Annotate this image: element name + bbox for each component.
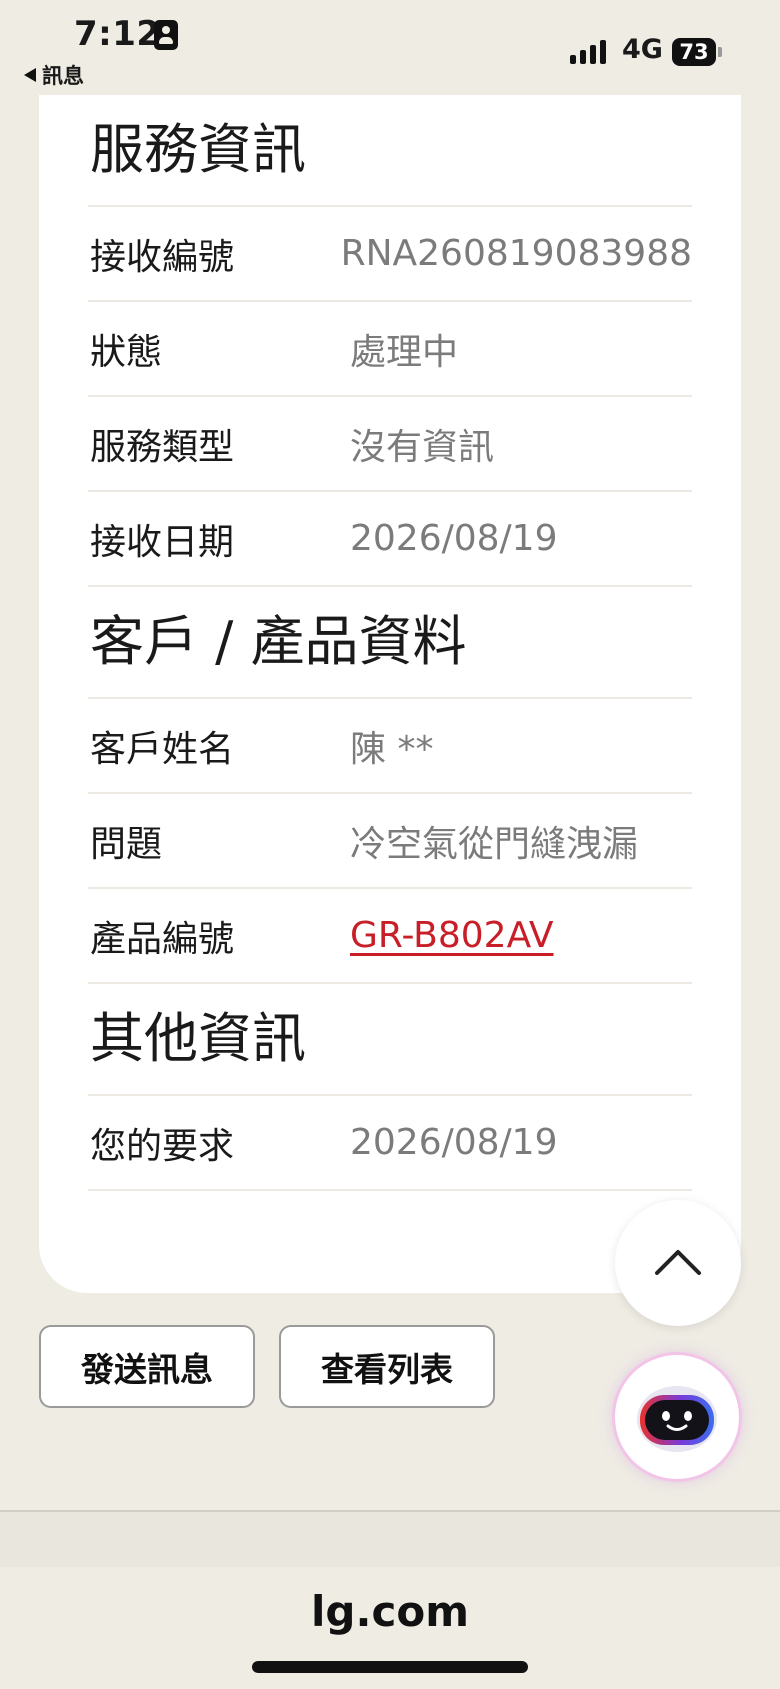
browser-url-bar[interactable]: lg.com bbox=[0, 1567, 780, 1689]
battery-icon: 73 bbox=[672, 38, 722, 66]
cellular-signal-icon bbox=[570, 40, 606, 64]
home-indicator[interactable] bbox=[252, 1661, 528, 1673]
info-row-your-request: 您的要求 2026/08/19 bbox=[88, 1096, 692, 1191]
row-label: 接收日期 bbox=[90, 521, 235, 563]
row-label: 狀態 bbox=[90, 331, 163, 373]
scroll-to-top-button[interactable] bbox=[615, 1200, 741, 1326]
back-arrow-icon bbox=[24, 68, 36, 82]
row-value: RNA260819083988 bbox=[340, 233, 692, 274]
row-value: 2026/08/19 bbox=[350, 1122, 558, 1163]
robot-icon bbox=[637, 1386, 717, 1452]
row-label: 您的要求 bbox=[90, 1125, 235, 1167]
product-number-link[interactable]: GR-B802AV bbox=[350, 915, 554, 956]
row-value: 2026/08/19 bbox=[350, 518, 558, 559]
back-app-label: 訊息 bbox=[42, 64, 84, 88]
row-label: 接收編號 bbox=[90, 236, 235, 278]
row-label: 服務類型 bbox=[90, 426, 235, 468]
info-row-service-type: 服務類型 沒有資訊 bbox=[88, 397, 692, 492]
customer-product-title: 客戶 / 產品資料 bbox=[88, 587, 692, 699]
row-value: 冷空氣從門縫洩漏 bbox=[350, 823, 639, 865]
info-row-product-number: 產品編號 GR-B802AV bbox=[88, 889, 692, 984]
status-time: 7:12 bbox=[74, 14, 161, 54]
row-value: 處理中 bbox=[350, 331, 459, 373]
service-info-title: 服務資訊 bbox=[88, 95, 692, 207]
orientation-lock-icon bbox=[154, 20, 178, 50]
row-value: 沒有資訊 bbox=[350, 426, 495, 468]
network-type: 4G bbox=[622, 34, 663, 65]
other-info-title: 其他資訊 bbox=[88, 984, 692, 1096]
url-text: lg.com bbox=[311, 1587, 469, 1636]
chatbot-button[interactable] bbox=[615, 1355, 739, 1479]
chevron-up-icon bbox=[655, 1250, 701, 1275]
status-bar: 7:12 訊息 4G 73 bbox=[0, 0, 780, 90]
row-label: 產品編號 bbox=[90, 918, 235, 960]
view-list-button[interactable]: 查看列表 bbox=[279, 1325, 495, 1408]
browser-toolbar-divider bbox=[0, 1510, 780, 1569]
row-label: 客戶姓名 bbox=[90, 728, 235, 770]
back-to-app-link[interactable]: 訊息 bbox=[24, 60, 84, 90]
send-message-button[interactable]: 發送訊息 bbox=[39, 1325, 255, 1408]
service-detail-content: 服務資訊 接收編號 RNA260819083988 狀態 處理中 服務類型 沒有… bbox=[88, 95, 692, 1191]
row-value: 陳 ** bbox=[350, 728, 434, 770]
info-row-receipt-number: 接收編號 RNA260819083988 bbox=[88, 207, 692, 302]
battery-level: 73 bbox=[672, 38, 716, 66]
row-label: 問題 bbox=[90, 823, 163, 865]
info-row-status: 狀態 處理中 bbox=[88, 302, 692, 397]
info-row-receipt-date: 接收日期 2026/08/19 bbox=[88, 492, 692, 587]
info-row-issue: 問題 冷空氣從門縫洩漏 bbox=[88, 794, 692, 889]
info-row-customer-name: 客戶姓名 陳 ** bbox=[88, 699, 692, 794]
